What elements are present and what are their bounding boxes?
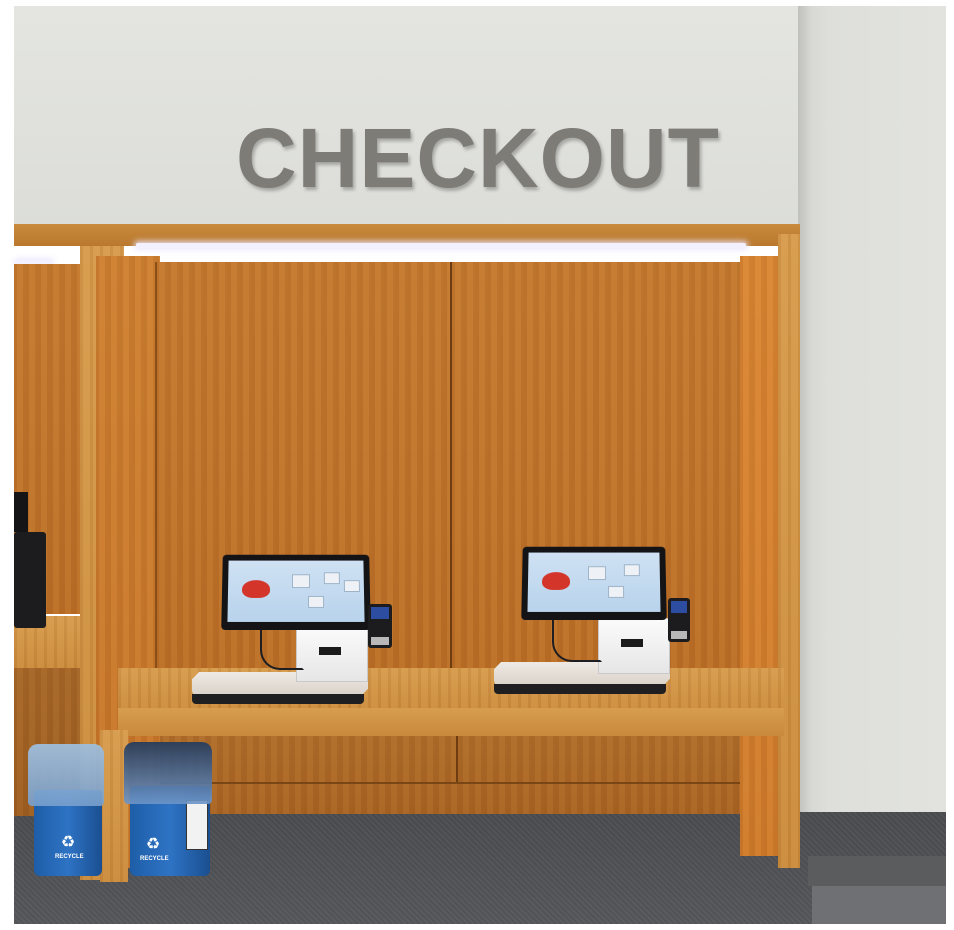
receipt-slot	[319, 647, 341, 655]
partial-reader	[14, 532, 46, 628]
panel-seam	[450, 262, 452, 670]
checkout-sign: CHECKOUT	[236, 108, 716, 208]
recycle-label: RECYCLE	[140, 856, 169, 862]
partial-screen	[14, 492, 28, 532]
screen-tile	[324, 572, 340, 584]
divider-post-right	[778, 234, 800, 868]
lower-seam	[456, 736, 458, 782]
screen-tile	[608, 586, 624, 598]
kiosk-printer-tower	[598, 618, 670, 674]
floor-right	[812, 884, 946, 924]
recycle-icon: ♻	[144, 836, 162, 854]
card-reader	[368, 604, 392, 648]
self-checkout-kiosk-1	[190, 550, 400, 710]
counter-front	[118, 708, 784, 736]
recycle-icon: ♻	[59, 834, 77, 852]
kiosk-base-edge	[494, 684, 666, 694]
photo-scene: CHECKOUT ♻ RECYCLE ♻ RECYCLE	[0, 0, 954, 930]
screen-tile	[344, 580, 360, 592]
kiosk-base-edge	[192, 694, 364, 704]
store-logo-icon	[242, 580, 270, 598]
kiosk-cable	[552, 618, 602, 662]
kiosk-screen	[521, 547, 666, 620]
card-reader	[668, 598, 690, 642]
side-wall	[800, 6, 946, 858]
screen-tile	[308, 596, 324, 608]
baseboard	[808, 856, 946, 886]
kiosk-screen	[221, 555, 371, 630]
reader-display	[671, 601, 687, 613]
lower-cabinet	[160, 736, 740, 814]
receipt-slot	[621, 639, 643, 647]
reader-keypad	[371, 637, 389, 645]
led-light-main	[136, 243, 746, 248]
screen-display	[527, 553, 660, 612]
kiosk-cable	[260, 626, 304, 670]
kiosk-printer-tower	[296, 626, 368, 682]
bin-liner-right	[124, 742, 212, 804]
kick-line	[160, 782, 740, 784]
screen-tile	[624, 564, 640, 576]
store-logo-icon	[542, 572, 570, 590]
screen-tile	[588, 566, 606, 580]
partial-kiosk	[14, 492, 48, 632]
screen-display	[227, 561, 364, 622]
reader-keypad	[671, 631, 687, 639]
screen-tile	[292, 574, 310, 588]
bin-liner-left	[28, 744, 104, 806]
bin-sticker	[186, 800, 208, 850]
recycle-label: RECYCLE	[55, 854, 84, 860]
self-checkout-kiosk-2	[492, 544, 702, 704]
wall-corner	[798, 6, 812, 858]
panel-seam-left	[155, 262, 157, 682]
reader-display	[371, 607, 389, 619]
